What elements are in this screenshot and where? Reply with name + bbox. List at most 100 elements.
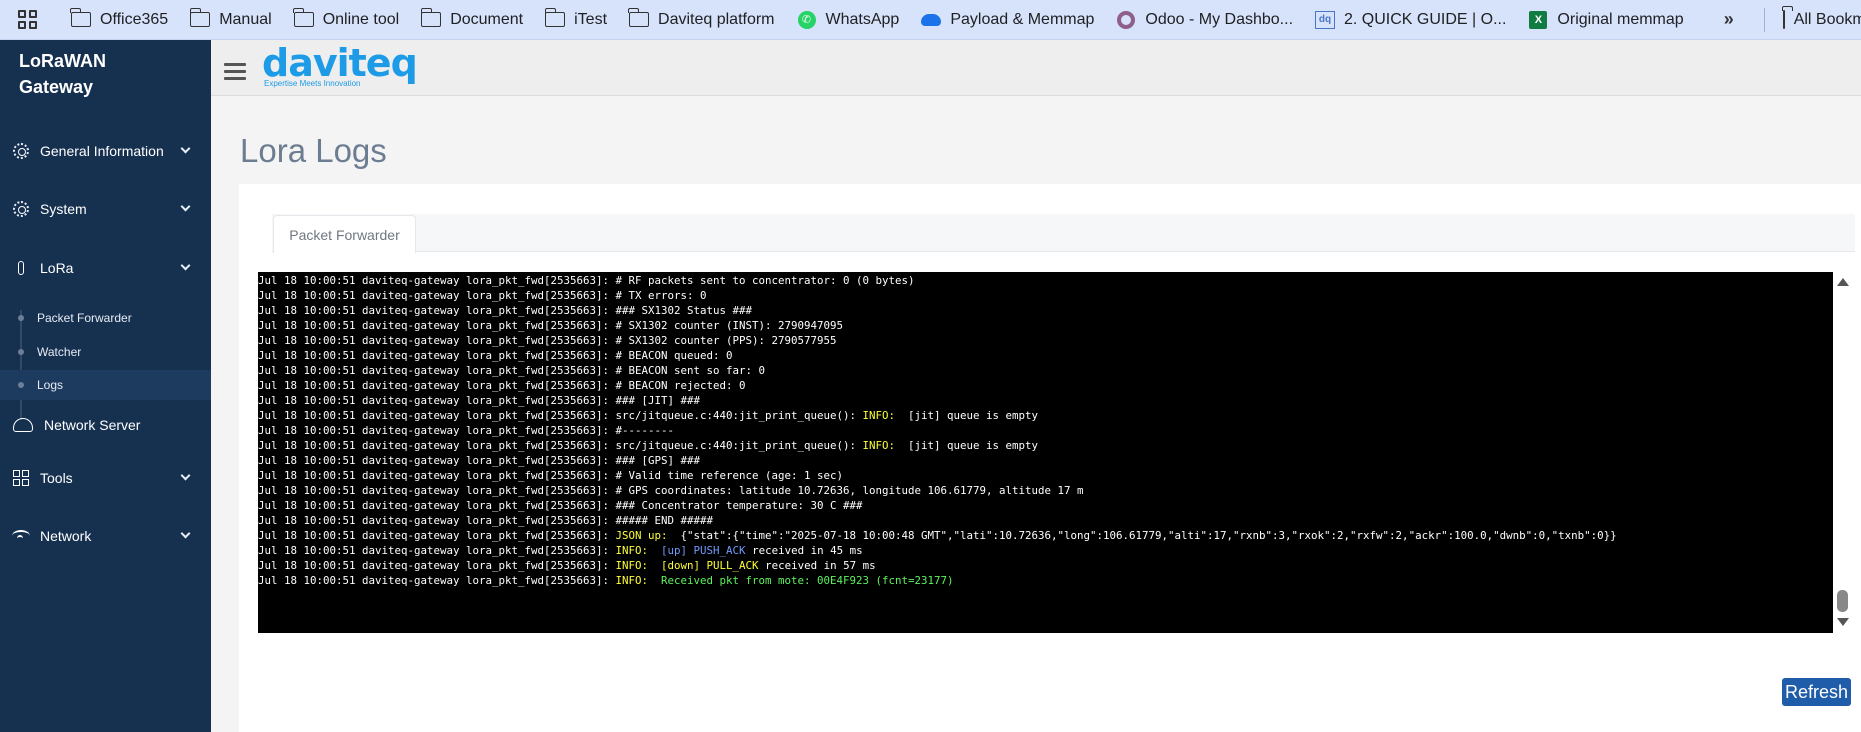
sidebar-item-network[interactable]: Network: [0, 521, 211, 551]
bookmark-label: Payload & Memmap: [950, 10, 1095, 28]
sidebar-item-lora[interactable]: LoRa: [0, 253, 211, 283]
log-segment: # BEACON rejected: 0: [615, 379, 746, 392]
sidebar-subitem-watcher[interactable]: Watcher: [0, 337, 211, 367]
log-segment: ##### END #####: [615, 514, 714, 527]
log-segment: # BEACON queued: 0: [615, 349, 733, 362]
log-segment: ### SX1302 Status ###: [615, 304, 753, 317]
log-prefix: Jul 18 10:00:51 daviteq-gateway lora_pkt…: [258, 409, 616, 422]
bookmark-item[interactable]: Manual: [189, 8, 272, 29]
sidebar-item-label: General Information: [40, 143, 164, 159]
log-segment: [jit] queue is empty: [895, 439, 1039, 452]
all-bookmarks[interactable]: All Bookmarks: [1763, 7, 1861, 32]
bullet-icon: [18, 315, 24, 321]
log-segment: ### [JIT] ###: [615, 394, 701, 407]
odoo-icon: [1116, 10, 1136, 29]
log-segment: received in 57 ms: [758, 559, 876, 572]
sidebar-subitem-logs[interactable]: Logs: [0, 370, 211, 400]
log-prefix: Jul 18 10:00:51 daviteq-gateway lora_pkt…: [258, 274, 616, 287]
tools-grid-icon: [12, 469, 30, 487]
log-output[interactable]: Jul 18 10:00:51 daviteq-gateway lora_pkt…: [258, 272, 1833, 633]
log-segment: ### [GPS] ###: [615, 454, 701, 467]
bookmark-item[interactable]: Document: [420, 8, 523, 29]
antenna-icon: [12, 259, 30, 277]
log-line: Jul 18 10:00:51 daviteq-gateway lora_pkt…: [258, 378, 746, 393]
log-segment: [down] PULL_ACK: [661, 559, 759, 572]
bookmark-label: Daviteq platform: [658, 10, 775, 28]
log-prefix: Jul 18 10:00:51 daviteq-gateway lora_pkt…: [258, 334, 616, 347]
log-segment: [648, 559, 661, 572]
sidebar-item-label: LoRa: [40, 260, 74, 276]
sidebar-subitem-packet-forwarder[interactable]: Packet Forwarder: [0, 303, 211, 333]
folder-icon: [70, 8, 91, 29]
log-prefix: Jul 18 10:00:51 daviteq-gateway lora_pkt…: [258, 469, 616, 482]
sidebar-subitem-label: Packet Forwarder: [37, 311, 132, 325]
bookmark-label: 2. QUICK GUIDE | O...: [1344, 10, 1507, 28]
refresh-button[interactable]: Refresh: [1782, 678, 1851, 706]
chevron-down-icon: [180, 528, 191, 539]
apps-grid-icon[interactable]: [18, 9, 37, 30]
bookmark-item[interactable]: dq 2. QUICK GUIDE | O...: [1315, 10, 1507, 29]
log-segment: # GPS coordinates: latitude 10.72636, lo…: [615, 484, 1084, 497]
bullet-icon: [18, 349, 24, 355]
brand-title: LoRaWAN Gateway: [19, 48, 106, 100]
more-bookmarks-icon[interactable]: »: [1724, 9, 1734, 30]
log-line: Jul 18 10:00:51 daviteq-gateway lora_pkt…: [258, 348, 733, 363]
sidebar-item-label: Network: [40, 528, 92, 544]
tab-strip: [272, 214, 1855, 252]
log-prefix: Jul 18 10:00:51 daviteq-gateway lora_pkt…: [258, 559, 616, 572]
hamburger-menu-icon[interactable]: [224, 63, 246, 80]
log-segment: [648, 574, 661, 587]
sidebar-item-network-server[interactable]: Network Server: [0, 410, 211, 440]
log-segment: # SX1302 counter (INST): 2790947095: [615, 319, 844, 332]
log-segment: # SX1302 counter (PPS): 2790577955: [615, 334, 837, 347]
log-segment: ### Concentrator temperature: 30 C ###: [615, 499, 863, 512]
log-line: Jul 18 10:00:51 daviteq-gateway lora_pkt…: [258, 453, 700, 468]
sidebar-item-system[interactable]: System: [0, 194, 211, 224]
log-prefix: Jul 18 10:00:51 daviteq-gateway lora_pkt…: [258, 514, 616, 527]
log-line: Jul 18 10:00:51 daviteq-gateway lora_pkt…: [258, 543, 863, 558]
tab-packet-forwarder[interactable]: Packet Forwarder: [273, 215, 416, 253]
log-line: Jul 18 10:00:51 daviteq-gateway lora_pkt…: [258, 498, 863, 513]
bookmark-label: Original memmap: [1557, 10, 1684, 28]
sidebar-item-tools[interactable]: Tools: [0, 463, 211, 493]
log-segment: # TX errors: 0: [615, 289, 707, 302]
all-bookmarks-label: All Bookmarks: [1793, 10, 1861, 28]
sidebar-item-general-information[interactable]: General Information: [0, 136, 211, 166]
log-line: Jul 18 10:00:51 daviteq-gateway lora_pkt…: [258, 273, 915, 288]
log-segment: INFO:: [862, 409, 896, 422]
folder-icon: [1782, 9, 1785, 29]
scrollbar-thumb[interactable]: [1837, 590, 1848, 612]
gear-icon: [12, 142, 30, 160]
log-prefix: Jul 18 10:00:51 daviteq-gateway lora_pkt…: [258, 364, 616, 377]
bookmark-item[interactable]: Odoo - My Dashbo...: [1116, 10, 1293, 29]
bookmark-item[interactable]: Payload & Memmap: [921, 11, 1094, 29]
bookmark-item[interactable]: ✆ WhatsApp: [797, 10, 899, 29]
folder-icon: [544, 8, 566, 29]
log-prefix: Jul 18 10:00:51 daviteq-gateway lora_pkt…: [258, 529, 616, 542]
dq-icon: dq: [1315, 10, 1336, 29]
bookmark-label: iTest: [574, 10, 608, 28]
bookmark-item[interactable]: Online tool: [293, 8, 399, 29]
bookmark-item[interactable]: Daviteq platform: [628, 8, 775, 29]
log-prefix: Jul 18 10:00:51 daviteq-gateway lora_pkt…: [258, 499, 616, 512]
log-prefix: Jul 18 10:00:51 daviteq-gateway lora_pkt…: [258, 304, 616, 317]
bookmark-item[interactable]: X Original memmap: [1528, 10, 1684, 29]
log-line: Jul 18 10:00:51 daviteq-gateway lora_pkt…: [258, 468, 843, 483]
log-segment: #--------: [615, 424, 675, 437]
brand-line-2: Gateway: [19, 77, 94, 97]
excel-icon: X: [1528, 10, 1548, 29]
server-cloud-icon: [12, 416, 34, 434]
log-prefix: Jul 18 10:00:51 daviteq-gateway lora_pkt…: [258, 544, 616, 557]
folder-icon: [628, 8, 650, 29]
scroll-up-arrow-icon[interactable]: [1837, 278, 1849, 286]
logo-text: daviteq: [262, 41, 418, 85]
log-line: Jul 18 10:00:51 daviteq-gateway lora_pkt…: [258, 393, 700, 408]
log-prefix: Jul 18 10:00:51 daviteq-gateway lora_pkt…: [258, 289, 616, 302]
log-segment: JSON up:: [615, 529, 668, 542]
log-line: Jul 18 10:00:51 daviteq-gateway lora_pkt…: [258, 288, 707, 303]
wifi-icon: [12, 527, 30, 545]
bookmark-item[interactable]: iTest: [544, 8, 608, 29]
scroll-down-arrow-icon[interactable]: [1837, 618, 1849, 626]
top-header: daviteq Expertise Meets Innovation: [211, 40, 1861, 96]
bookmark-item[interactable]: Office365: [70, 8, 168, 29]
